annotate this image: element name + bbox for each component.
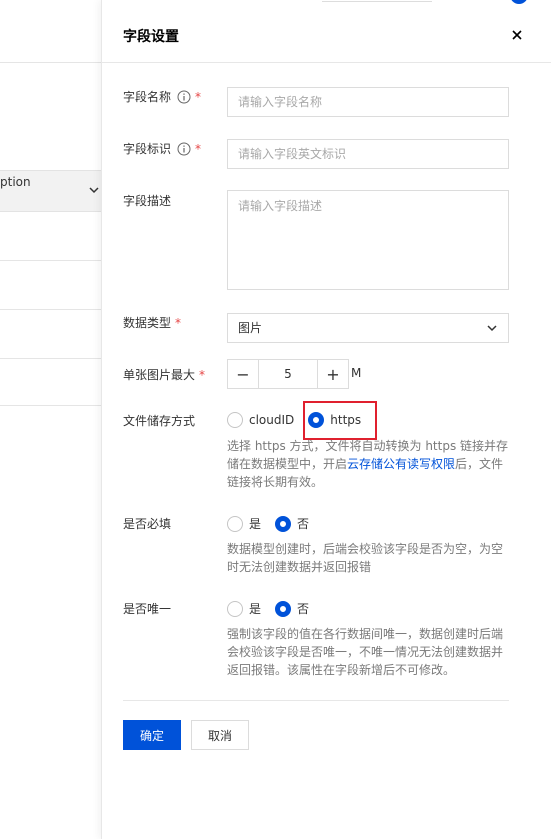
field-description-label-text: 字段描述 — [123, 194, 172, 208]
max-size-label-text: 单张图片最大 — [123, 368, 196, 382]
field-name-label: 字段名称 * — [123, 88, 201, 105]
max-size-unit: M — [351, 366, 362, 380]
radio-label: 否 — [297, 602, 310, 616]
bg-table-header-label: ption — [0, 175, 31, 189]
background-page: ption — [0, 0, 102, 839]
bg-divider — [0, 62, 102, 63]
storage-permission-link[interactable]: 云存储公有读写权限 — [347, 457, 455, 471]
field-description-textarea[interactable] — [227, 190, 509, 290]
bg-row-divider — [0, 309, 102, 310]
required-label-text: 是否必填 — [123, 517, 172, 531]
radio-required-yes[interactable]: 是 — [227, 515, 261, 532]
info-icon[interactable] — [177, 90, 191, 104]
max-size-value[interactable]: 5 — [258, 360, 318, 388]
avatar — [510, 0, 528, 4]
unique-label-text: 是否唯一 — [123, 602, 172, 616]
unique-help-text: 强制该字段的值在各行数据间唯一，数据创建时后端会校验该字段是否唯一，不唯一情况无… — [227, 627, 504, 677]
required-mark: * — [175, 315, 182, 330]
field-identifier-input[interactable] — [227, 139, 509, 169]
radio-unique-no[interactable]: 否 — [275, 600, 309, 617]
increment-button[interactable]: + — [318, 360, 348, 388]
cancel-button[interactable]: 取消 — [191, 720, 249, 750]
radio-circle-icon — [227, 412, 243, 428]
required-mark: * — [195, 141, 202, 156]
data-type-label-text: 数据类型 — [123, 316, 172, 330]
field-identifier-label: 字段标识 * — [123, 140, 201, 157]
required-radio-group: 是 否 — [227, 515, 323, 532]
radio-checked-icon — [275, 515, 292, 532]
radio-circle-icon — [227, 515, 243, 532]
radio-required-no[interactable]: 否 — [275, 515, 309, 532]
top-fragment — [322, 0, 432, 2]
unique-radio-group: 是 否 — [227, 600, 323, 617]
unique-label: 是否唯一 — [123, 600, 171, 617]
data-type-value: 图片 — [238, 321, 263, 335]
required-help-text: 数据模型创建时，后端会校验该字段是否为空，为空时无法创建数据并返回报错 — [227, 542, 504, 574]
chevron-down-icon[interactable] — [88, 184, 100, 196]
field-description-label: 字段描述 — [123, 192, 171, 209]
header-divider — [102, 62, 551, 63]
data-type-select[interactable]: 图片 — [227, 313, 509, 343]
decrement-button[interactable]: − — [228, 360, 258, 388]
max-size-stepper: − 5 + — [227, 359, 349, 389]
storage-help-text: 选择 https 方式，文件将自动转换为 https 链接并存储在数据模型中，开… — [227, 437, 512, 491]
radio-checked-icon — [275, 600, 292, 617]
radio-label: 是 — [249, 517, 262, 531]
close-icon[interactable] — [508, 26, 526, 44]
bg-row-divider — [0, 260, 102, 261]
chevron-down-icon — [487, 325, 497, 332]
field-settings-drawer: 字段设置 字段名称 * 字段标识 * 字段描述 数据类型 * 图片 单张图片最大… — [101, 0, 551, 839]
radio-label: 否 — [297, 517, 310, 531]
required-mark: * — [195, 89, 202, 104]
storage-label: 文件储存方式 — [123, 412, 195, 429]
storage-label-text: 文件储存方式 — [123, 414, 196, 428]
info-icon[interactable] — [177, 142, 191, 156]
bg-row-divider — [0, 358, 102, 359]
field-name-label-text: 字段名称 — [123, 90, 172, 104]
drawer-title: 字段设置 — [123, 29, 179, 45]
radio-label: 是 — [249, 602, 262, 616]
field-name-input[interactable] — [227, 87, 509, 117]
required-label: 是否必填 — [123, 515, 171, 532]
bg-row-divider — [0, 405, 102, 406]
field-identifier-label-text: 字段标识 — [123, 142, 172, 156]
footer-divider — [123, 700, 509, 701]
radio-circle-icon — [227, 600, 243, 617]
highlight-box — [303, 401, 377, 440]
data-type-label: 数据类型 * — [123, 314, 181, 331]
required-mark: * — [199, 367, 206, 382]
radio-label: cloudID — [249, 413, 295, 427]
confirm-button[interactable]: 确定 — [123, 720, 181, 750]
radio-unique-yes[interactable]: 是 — [227, 600, 261, 617]
max-size-label: 单张图片最大 * — [123, 366, 205, 383]
radio-cloudid[interactable]: cloudID — [227, 412, 294, 428]
